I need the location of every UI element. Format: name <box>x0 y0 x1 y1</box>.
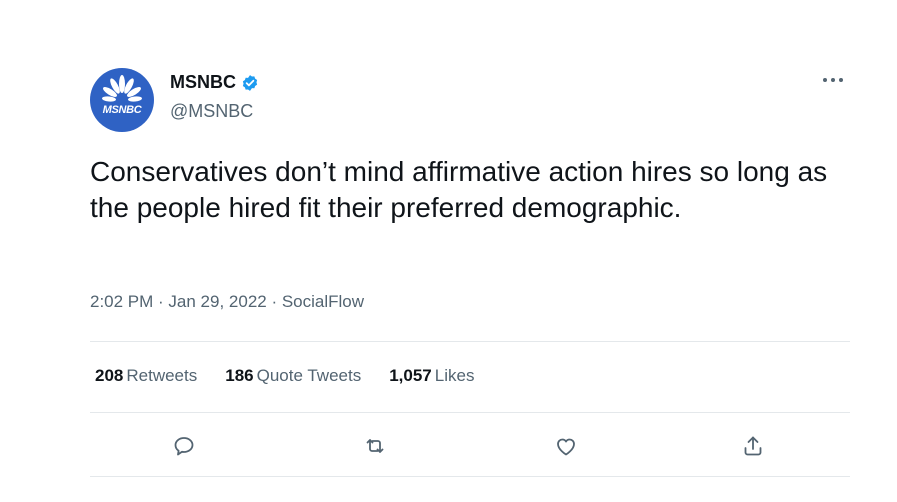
share-icon[interactable] <box>737 430 769 462</box>
tweet-date[interactable]: Jan 29, 2022 <box>168 292 266 311</box>
engagement-stats: 208 Retweets 186 Quote Tweets 1,057 Likes <box>95 366 502 386</box>
retweet-icon[interactable] <box>359 430 391 462</box>
action-bar <box>0 430 897 462</box>
divider <box>90 341 850 342</box>
meta-separator: · <box>266 292 282 311</box>
retweets-stat[interactable]: 208 Retweets <box>95 366 197 386</box>
divider <box>90 476 850 477</box>
meta-separator: · <box>153 292 169 311</box>
tweet-card: MSNBC MSNBC @MSNBC Conservatives don’t m… <box>0 0 897 502</box>
avatar[interactable]: MSNBC <box>90 68 154 132</box>
handle[interactable]: @MSNBC <box>170 101 253 122</box>
quote-tweets-count: 186 <box>225 366 254 385</box>
likes-label: Likes <box>434 366 475 385</box>
name-row: MSNBC <box>170 72 259 93</box>
tweet-source-link[interactable]: SocialFlow <box>282 292 364 311</box>
tweet-meta: 2:02 PM · Jan 29, 2022 · SocialFlow <box>90 292 364 312</box>
quote-tweets-stat[interactable]: 186 Quote Tweets <box>225 366 361 386</box>
avatar-logo-text: MSNBC <box>102 104 142 116</box>
peacock-logo-icon <box>102 75 142 102</box>
like-icon[interactable] <box>550 430 582 462</box>
more-options-icon[interactable] <box>816 70 850 90</box>
divider <box>90 412 850 413</box>
tweet-text: Conservatives don’t mind affirmative act… <box>90 156 828 223</box>
display-name[interactable]: MSNBC <box>170 72 236 93</box>
retweets-label: Retweets <box>126 366 198 385</box>
verified-badge-icon <box>241 74 259 92</box>
tweet-time[interactable]: 2:02 PM <box>90 292 153 311</box>
reply-icon[interactable] <box>168 430 200 462</box>
likes-count: 1,057 <box>389 366 432 385</box>
likes-stat[interactable]: 1,057 Likes <box>389 366 474 386</box>
retweets-count: 208 <box>95 366 124 385</box>
quote-tweets-label: Quote Tweets <box>256 366 362 385</box>
